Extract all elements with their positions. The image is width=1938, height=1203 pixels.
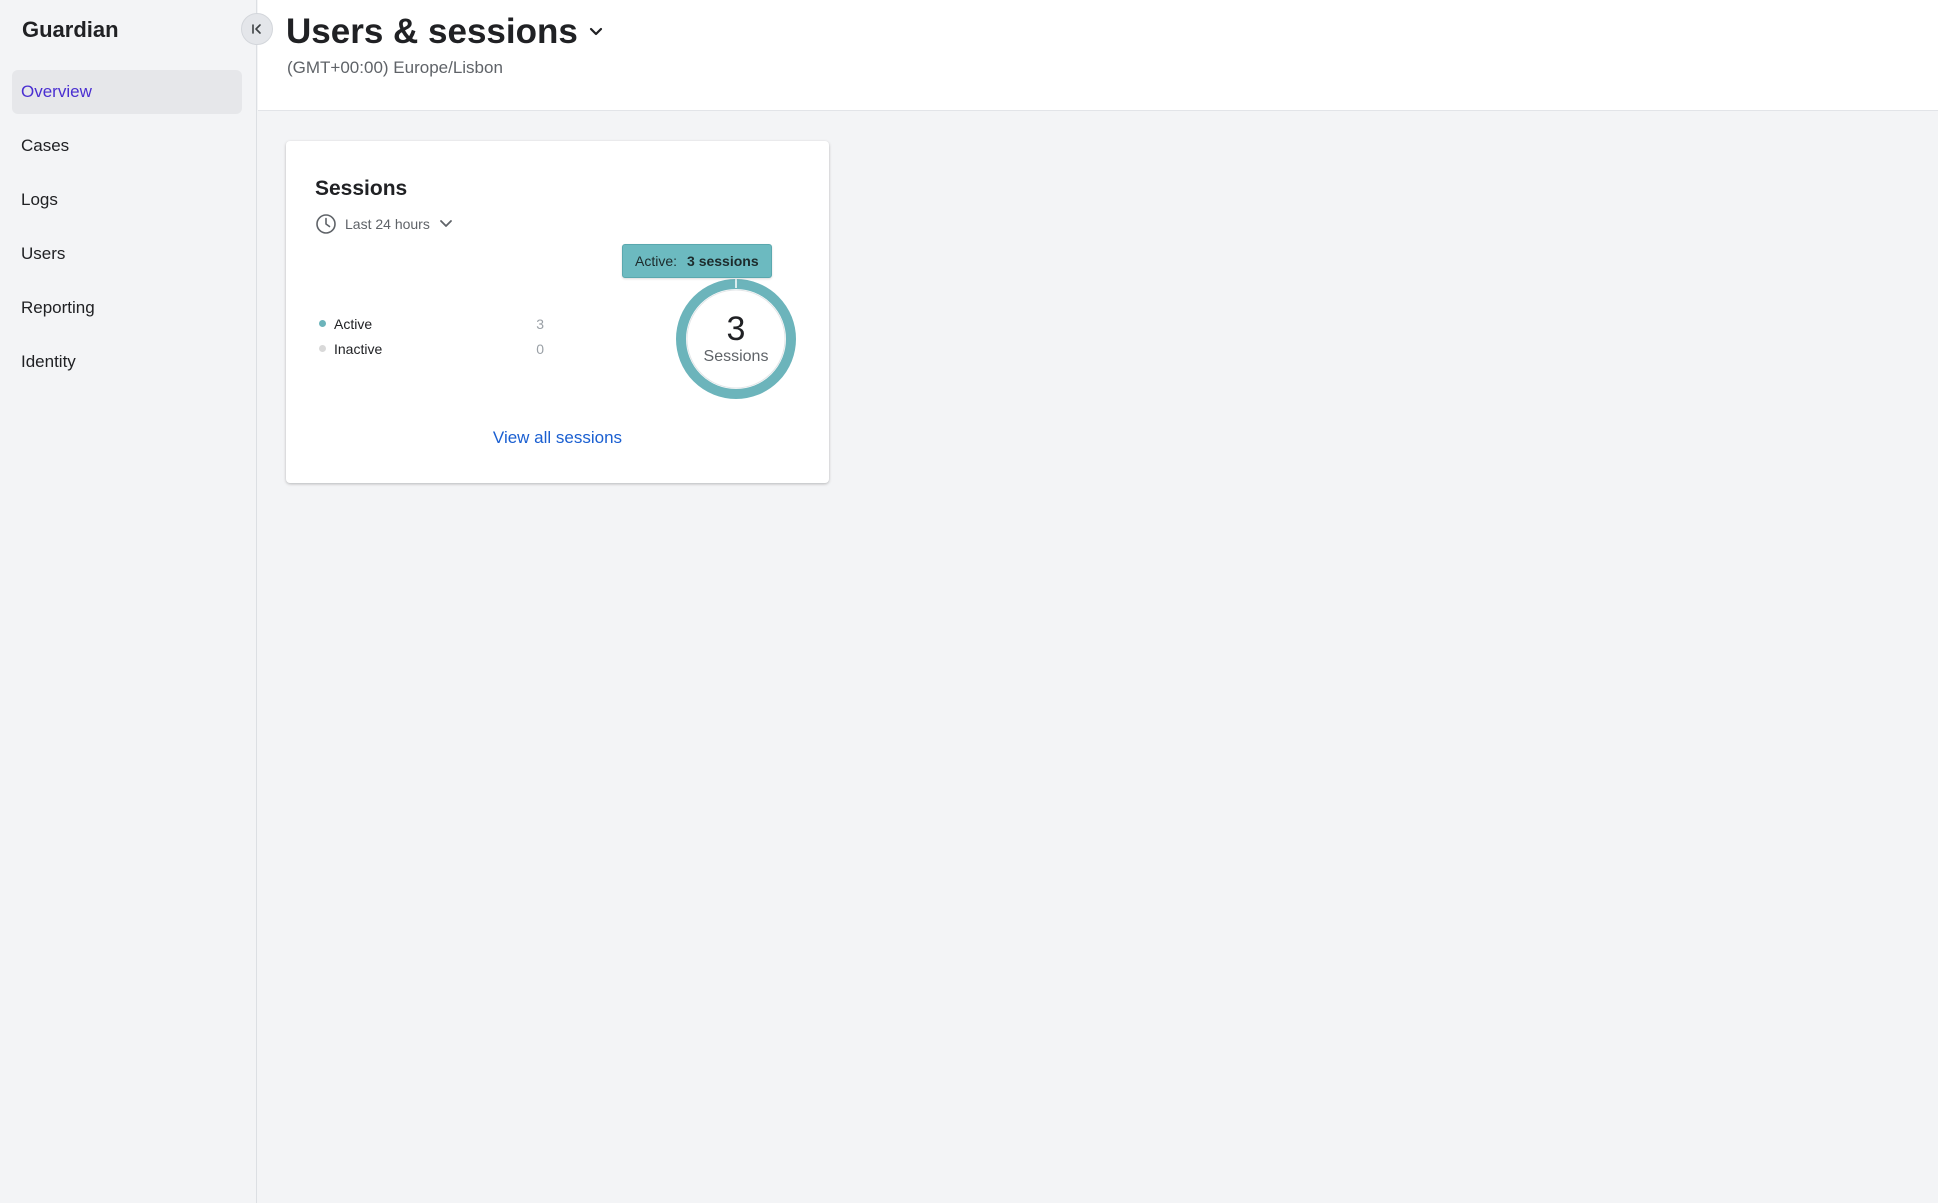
legend-item-inactive: Inactive 0: [319, 336, 544, 361]
donut-total: 3: [726, 310, 746, 348]
legend-label: Inactive: [334, 340, 383, 357]
legend-label: Active: [334, 315, 373, 332]
time-range-label: Last 24 hours: [345, 216, 430, 232]
legend-dot-inactive: [319, 345, 326, 352]
legend-item-active: Active 3: [319, 311, 544, 336]
tooltip-label: Active:: [635, 253, 678, 269]
donut-caption: Sessions: [703, 348, 769, 365]
chart-tooltip: Active: 3 sessions: [622, 244, 772, 278]
clock-icon: [316, 214, 336, 234]
sessions-donut-chart: 3 Sessions: [671, 274, 801, 404]
collapse-left-icon: [252, 24, 261, 34]
page-title: Users & sessions: [286, 12, 578, 51]
collapse-sidebar-button[interactable]: [241, 13, 273, 45]
sidebar-item-cases[interactable]: Cases: [12, 124, 242, 168]
sidebar-item-logs[interactable]: Logs: [12, 178, 242, 222]
sidebar-nav: Overview Cases Logs Users Reporting Iden…: [12, 70, 242, 394]
view-all-sessions-link[interactable]: View all sessions: [286, 428, 829, 448]
time-range-dropdown[interactable]: Last 24 hours: [315, 211, 454, 237]
sessions-legend: Active 3 Inactive 0: [319, 311, 544, 361]
card-title: Sessions: [315, 177, 408, 200]
timezone-label: (GMT+00:00) Europe/Lisbon: [287, 58, 503, 77]
app-root: Guardian Overview Cases Logs Users Repor…: [0, 0, 1938, 1203]
donut-center: 3 Sessions: [671, 274, 801, 404]
legend-dot-active: [319, 320, 326, 327]
legend-value: 0: [536, 340, 544, 357]
chevron-down-icon: [439, 220, 452, 227]
sidebar-item-reporting[interactable]: Reporting: [12, 286, 242, 330]
sidebar-item-identity[interactable]: Identity: [12, 340, 242, 384]
sidebar-item-overview[interactable]: Overview: [12, 70, 242, 114]
legend-value: 3: [536, 315, 544, 332]
sidebar: Guardian Overview Cases Logs Users Repor…: [0, 0, 257, 1203]
sidebar-item-users[interactable]: Users: [12, 232, 242, 276]
sessions-card: Sessions Last 24 hours Active 3 Inactive…: [286, 141, 829, 483]
page-title-dropdown[interactable]: Users & sessions: [286, 12, 604, 52]
tooltip-value: 3 sessions: [687, 253, 759, 269]
brand-name: Guardian: [22, 17, 119, 42]
page-header: Users & sessions (GMT+00:00) Europe/Lisb…: [258, 0, 1938, 111]
chevron-down-icon: [589, 27, 602, 36]
